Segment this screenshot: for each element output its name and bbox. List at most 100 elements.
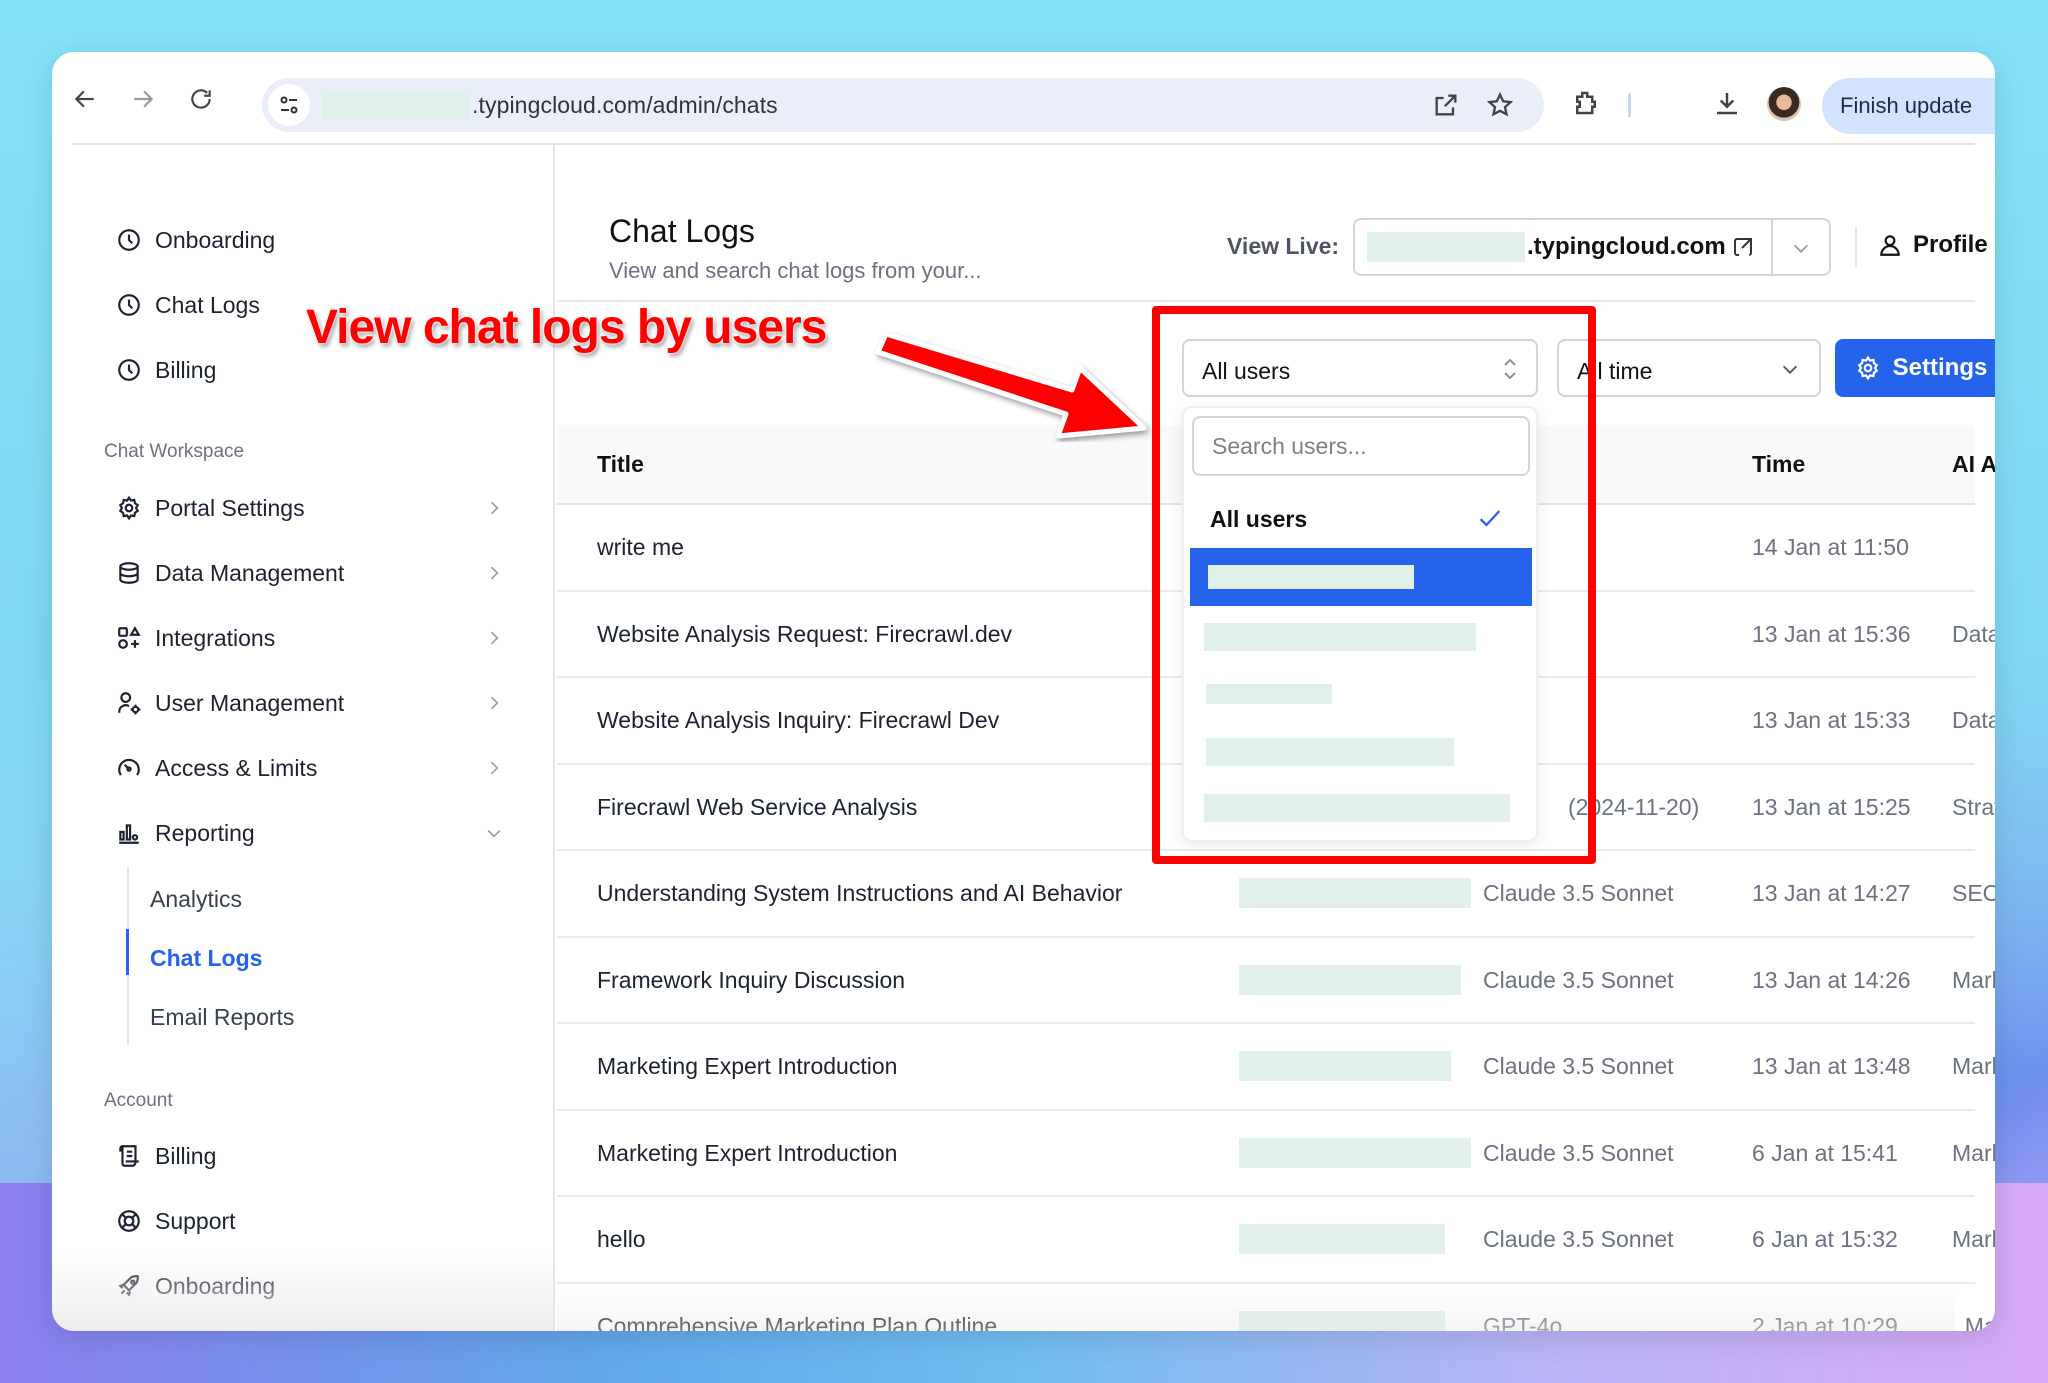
row-time: 13 Jan at 14:26 [1752, 966, 1911, 993]
redacted-user-name [1206, 738, 1454, 766]
table-row[interactable]: Understanding System Instructions and AI… [557, 851, 1995, 938]
extensions-icon[interactable] [1571, 88, 1601, 118]
time-filter-value: All time [1577, 358, 1653, 384]
site-info-button[interactable] [268, 84, 310, 126]
sidebar-item-portal-settings[interactable]: Portal Settings [116, 488, 305, 528]
row-ai-agent: SEO Bl [1952, 880, 1995, 906]
sidebar-item-label: Support [155, 1207, 236, 1234]
sidebar-item-integrations[interactable]: Integrations [116, 618, 275, 658]
row-title: Website Analysis Inquiry: Firecrawl Dev [597, 707, 1000, 733]
redacted-user-cell [1239, 1224, 1445, 1254]
address-bar[interactable]: .typingcloud.com/admin/chats [262, 78, 1544, 132]
chevron-right-icon[interactable] [484, 693, 504, 713]
bar-chart-icon [119, 824, 139, 844]
search-users-input[interactable] [1192, 416, 1530, 476]
profile-button[interactable]: Profile [1877, 231, 1988, 259]
row-model: Claude 3.5 Sonnet [1483, 880, 1674, 906]
row-title: Framework Inquiry Discussion [597, 966, 906, 993]
row-title: Firecrawl Web Service Analysis [597, 793, 918, 820]
column-header-time[interactable]: Time [1752, 451, 1805, 478]
chevron-down-icon[interactable] [1790, 237, 1812, 259]
section-label-account: Account [104, 1090, 173, 1111]
header-divider [1855, 227, 1857, 267]
open-external-icon[interactable] [1731, 235, 1755, 259]
profile-avatar[interactable] [1767, 87, 1801, 121]
sidebar-item-user-management[interactable]: User Management [116, 683, 344, 723]
table-row[interactable]: Comprehensive Marketing Plan Outline GPT-… [557, 1284, 1995, 1332]
chevron-right-icon[interactable] [484, 563, 504, 583]
redacted-user-name [1208, 565, 1414, 589]
user-filter-select[interactable]: All users [1182, 339, 1538, 397]
browser-window: .typingcloud.com/admin/chats Finish upda… [52, 52, 1995, 1331]
forward-button[interactable] [126, 82, 160, 116]
dropdown-option-user[interactable] [1190, 548, 1532, 606]
sidebar-subitem-chat-logs[interactable]: Chat Logs [150, 945, 262, 972]
table-row[interactable]: hello Claude 3.5 Sonnet 6 Jan at 15:32 Mark… [557, 1197, 1995, 1284]
sidebar-item-support[interactable]: Support [116, 1201, 236, 1241]
dropdown-option-user[interactable] [1190, 664, 1532, 722]
row-time: 13 Jan at 15:36 [1752, 620, 1911, 647]
row-title: Marketing Expert Introduction [597, 1139, 898, 1166]
sidebar-item-label: Reporting [155, 819, 255, 846]
redacted-user-name [1204, 623, 1476, 651]
sidebar-item-label: Billing [155, 356, 217, 383]
sidebar-item-chat-logs-top[interactable]: Chat Logs [116, 285, 260, 325]
redacted-user-cell [1239, 1310, 1445, 1331]
settings-button[interactable]: Settings [1835, 339, 1995, 397]
chevron-down-icon[interactable] [484, 823, 504, 843]
sidebar-item-label: Data Management [155, 559, 345, 586]
row-model: GPT-4o [1483, 1312, 1563, 1332]
settings-label: Settings [1892, 354, 1988, 381]
sidebar-item-label: User Management [155, 689, 345, 716]
chevron-right-icon[interactable] [484, 498, 504, 518]
star-icon[interactable] [1486, 91, 1514, 119]
redacted-user-cell [1239, 1051, 1451, 1081]
table-row[interactable]: Marketing Expert Introduction Claude 3.5 … [557, 1024, 1995, 1111]
column-header-title[interactable]: Title [597, 451, 644, 478]
sidebar-item-data-management[interactable]: Data Management [116, 553, 344, 593]
sidebar-fade [52, 1251, 553, 1331]
lifebuoy-icon [118, 1210, 140, 1232]
row-time: 13 Jan at 15:33 [1752, 707, 1911, 733]
table-row[interactable]: Framework Inquiry Discussion Claude 3.5 S… [557, 938, 1995, 1024]
gear-icon [1857, 355, 1878, 381]
row-ai-agent: , Marke [1952, 1312, 1995, 1332]
dropdown-option-user[interactable] [1190, 606, 1532, 664]
finish-update-button[interactable]: Finish update [1822, 78, 1995, 134]
row-time: 6 Jan at 15:41 [1752, 1139, 1898, 1166]
chevron-down-icon [1782, 365, 1798, 374]
sidebar-item-label: Chat Logs [155, 291, 260, 318]
view-live-select[interactable]: .typingcloud.com [1353, 218, 1831, 276]
select-divider [1771, 220, 1773, 274]
dropdown-option-all-users[interactable]: All users [1190, 490, 1532, 548]
back-button[interactable] [68, 82, 102, 116]
sidebar-item-reporting[interactable]: Reporting [116, 813, 255, 853]
sidebar-item-onboarding-top[interactable]: Onboarding [116, 220, 275, 260]
sidebar-subitem-email-reports[interactable]: Email Reports [150, 1004, 294, 1031]
redacted-user-name [1204, 794, 1510, 822]
column-header-ai-agent[interactable]: AI Agen [1952, 451, 1995, 478]
dropdown-option-user[interactable] [1190, 722, 1532, 780]
row-time: 6 Jan at 15:32 [1752, 1226, 1898, 1252]
sidebar-item-label: Billing [155, 1142, 217, 1169]
sidebar-item-billing-top[interactable]: Billing [116, 350, 216, 390]
row-title: hello [597, 1226, 646, 1252]
sidebar-item-label: Access & Limits [155, 754, 318, 781]
chevron-right-icon[interactable] [484, 628, 504, 648]
row-time: 14 Jan at 11:50 [1752, 534, 1909, 560]
open-external-icon[interactable] [1432, 91, 1460, 119]
redacted-user-cell [1239, 964, 1461, 995]
sidebar-item-billing[interactable]: Billing [116, 1136, 216, 1176]
sidebar-item-access-limits[interactable]: Access & Limits [116, 748, 317, 788]
section-label-chat-workspace: Chat Workspace [104, 441, 245, 462]
dropdown-option-user[interactable] [1190, 780, 1532, 838]
table-row[interactable]: Marketing Expert Introduction Claude 3.5 … [557, 1111, 1995, 1197]
chevron-right-icon[interactable] [484, 758, 504, 778]
view-live-domain: .typingcloud.com [1527, 233, 1726, 260]
download-icon[interactable] [1712, 88, 1742, 118]
row-ai-agent: Data Ar [1952, 707, 1995, 733]
redacted-user-name [1206, 684, 1332, 704]
sidebar-subitem-analytics[interactable]: Analytics [150, 886, 242, 913]
time-filter-select[interactable]: All time [1557, 339, 1821, 397]
reload-button[interactable] [184, 82, 218, 116]
